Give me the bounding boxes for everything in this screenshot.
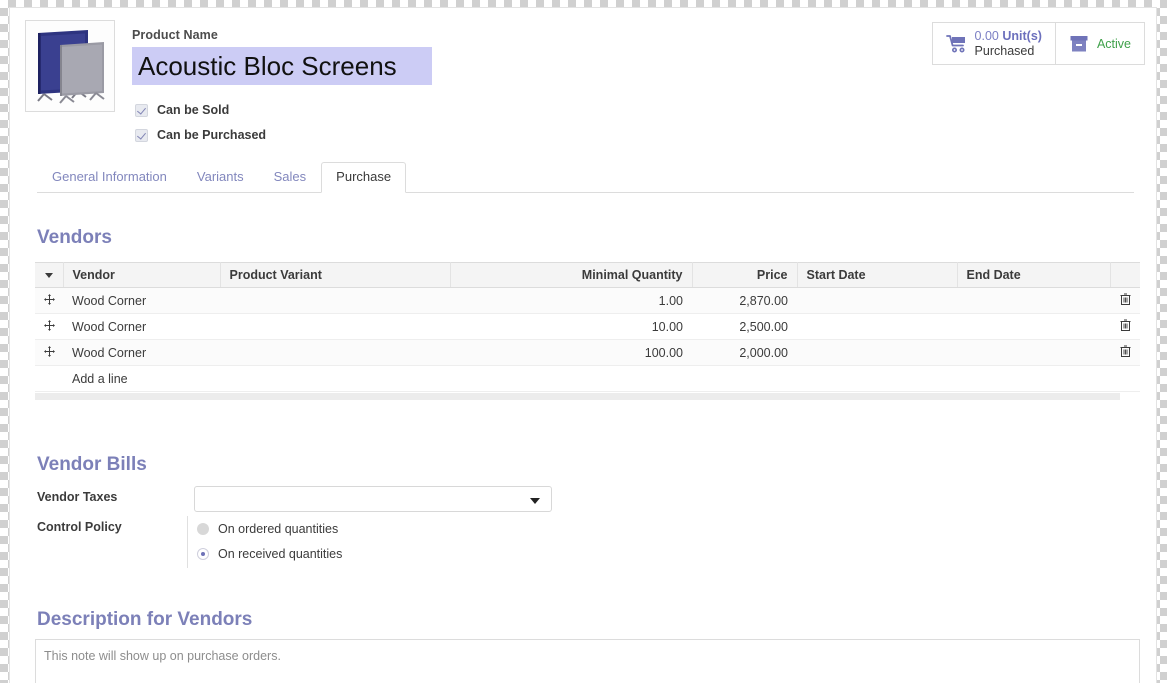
cell-end-date[interactable] — [957, 313, 1110, 340]
product-name-label: Product Name — [132, 28, 218, 42]
description-placeholder: This note will show up on purchase order… — [44, 649, 281, 663]
cell-minimal-quantity[interactable]: 100.00 — [450, 339, 692, 366]
cell-minimal-quantity[interactable]: 1.00 — [450, 287, 692, 314]
table-row[interactable]: Wood Corner 100.00 2,000.00 — [35, 339, 1140, 366]
table-row[interactable]: Wood Corner 10.00 2,500.00 — [35, 313, 1140, 340]
cell-price[interactable]: 2,500.00 — [692, 313, 797, 340]
cell-start-date[interactable] — [797, 339, 957, 366]
product-name-block: Product Name Acoustic Bloc Screens — [132, 28, 432, 85]
table-footer-strip — [35, 393, 1120, 400]
can-be-purchased-checkbox[interactable] — [135, 128, 148, 142]
cell-end-date[interactable] — [957, 287, 1110, 314]
archive-status-button[interactable]: Active — [1054, 23, 1144, 64]
vendors-table: Vendor Product Variant Minimal Quantity … — [35, 262, 1140, 392]
trash-icon — [1120, 345, 1130, 357]
column-header-end-date[interactable]: End Date — [957, 262, 1111, 288]
cell-price[interactable]: 2,870.00 — [692, 287, 797, 314]
can-be-sold-checkbox[interactable] — [135, 103, 148, 117]
shopping-cart-icon — [945, 35, 965, 53]
add-line-row[interactable]: Add a line — [35, 365, 1140, 392]
column-header-vendor[interactable]: Vendor — [63, 262, 221, 288]
product-form-sheet: Product Name Acoustic Bloc Screens Can b… — [9, 7, 1157, 683]
can-be-sold-label: Can be Sold — [157, 103, 230, 117]
description-textarea[interactable]: This note will show up on purchase order… — [35, 639, 1140, 683]
column-header-actions — [1110, 262, 1140, 288]
move-icon — [43, 319, 55, 331]
can-be-purchased-label: Can be Purchased — [157, 128, 267, 142]
can-be-purchased-row[interactable]: Can be Purchased — [135, 128, 266, 142]
vendors-section-title: Vendors — [37, 227, 112, 248]
purchased-stat-button[interactable]: 0.00 Unit(s) Purchased — [933, 23, 1055, 64]
cell-price[interactable]: 2,000.00 — [692, 339, 797, 366]
row-delete-button[interactable] — [1110, 339, 1140, 366]
cell-product-variant[interactable] — [220, 287, 450, 314]
active-status-label: Active — [1096, 36, 1131, 51]
radio-label-on-received: On received quantities — [218, 546, 343, 561]
product-image[interactable] — [25, 20, 115, 112]
control-policy-label: Control Policy — [37, 520, 122, 534]
purchased-unit: Unit(s) — [1002, 28, 1042, 43]
tab-general-information[interactable]: General Information — [37, 162, 182, 193]
tab-purchase[interactable]: Purchase — [321, 162, 407, 193]
chevron-down-icon — [44, 273, 53, 279]
row-drag-handle[interactable] — [35, 339, 63, 366]
purchased-value: 0.00 — [974, 28, 999, 43]
cell-vendor[interactable]: Wood Corner — [63, 287, 220, 314]
column-header-product-variant[interactable]: Product Variant — [220, 262, 451, 288]
vendor-bills-section-title: Vendor Bills — [37, 454, 147, 475]
stat-button-bar: 0.00 Unit(s) Purchased Active — [931, 22, 1145, 65]
column-header-start-date[interactable]: Start Date — [797, 262, 958, 288]
vendor-taxes-select[interactable] — [194, 486, 552, 512]
cell-end-date[interactable] — [957, 339, 1110, 366]
row-delete-button[interactable] — [1110, 287, 1140, 314]
archive-box-icon — [1070, 35, 1088, 51]
radio-button-on-ordered[interactable] — [197, 522, 209, 535]
tab-variants[interactable]: Variants — [182, 162, 259, 193]
column-options-toggle[interactable] — [35, 262, 64, 288]
radio-label-on-ordered: On ordered quantities — [218, 521, 339, 536]
description-section-title: Description for Vendors — [37, 609, 253, 630]
row-drag-handle[interactable] — [35, 313, 63, 340]
cell-start-date[interactable] — [797, 287, 957, 314]
cell-product-variant[interactable] — [220, 313, 450, 340]
table-header-row: Vendor Product Variant Minimal Quantity … — [35, 262, 1140, 288]
purchased-caption: Purchased — [974, 43, 1035, 58]
acoustic-screens-thumbnail — [26, 21, 114, 111]
column-header-price[interactable]: Price — [692, 262, 798, 288]
add-line-spacer — [35, 365, 63, 392]
chevron-down-icon — [530, 498, 540, 504]
cell-vendor[interactable]: Wood Corner — [63, 313, 220, 340]
cell-start-date[interactable] — [797, 313, 957, 340]
move-icon — [43, 293, 55, 305]
table-row[interactable]: Wood Corner 1.00 2,870.00 — [35, 287, 1140, 314]
control-policy-radio-group: On ordered quantities On received quanti… — [187, 516, 342, 568]
cell-minimal-quantity[interactable]: 10.00 — [450, 313, 692, 340]
tab-sales[interactable]: Sales — [259, 162, 322, 193]
tab-bar: General Information Variants Sales Purch… — [37, 162, 1134, 193]
vendor-taxes-label: Vendor Taxes — [37, 490, 118, 504]
cell-product-variant[interactable] — [220, 339, 450, 366]
move-icon — [43, 345, 55, 357]
row-delete-button[interactable] — [1110, 313, 1140, 340]
can-be-sold-row[interactable]: Can be Sold — [135, 103, 229, 117]
radio-button-on-received[interactable] — [197, 547, 209, 560]
add-a-line-link[interactable]: Add a line — [63, 365, 1140, 392]
cell-vendor[interactable]: Wood Corner — [63, 339, 220, 366]
radio-option-on-received[interactable]: On received quantities — [197, 541, 342, 566]
row-drag-handle[interactable] — [35, 287, 63, 314]
product-name-input[interactable]: Acoustic Bloc Screens — [132, 47, 432, 85]
radio-option-on-ordered[interactable]: On ordered quantities — [197, 516, 342, 541]
trash-icon — [1120, 293, 1130, 305]
column-header-minimal-quantity[interactable]: Minimal Quantity — [450, 262, 693, 288]
trash-icon — [1120, 319, 1130, 331]
